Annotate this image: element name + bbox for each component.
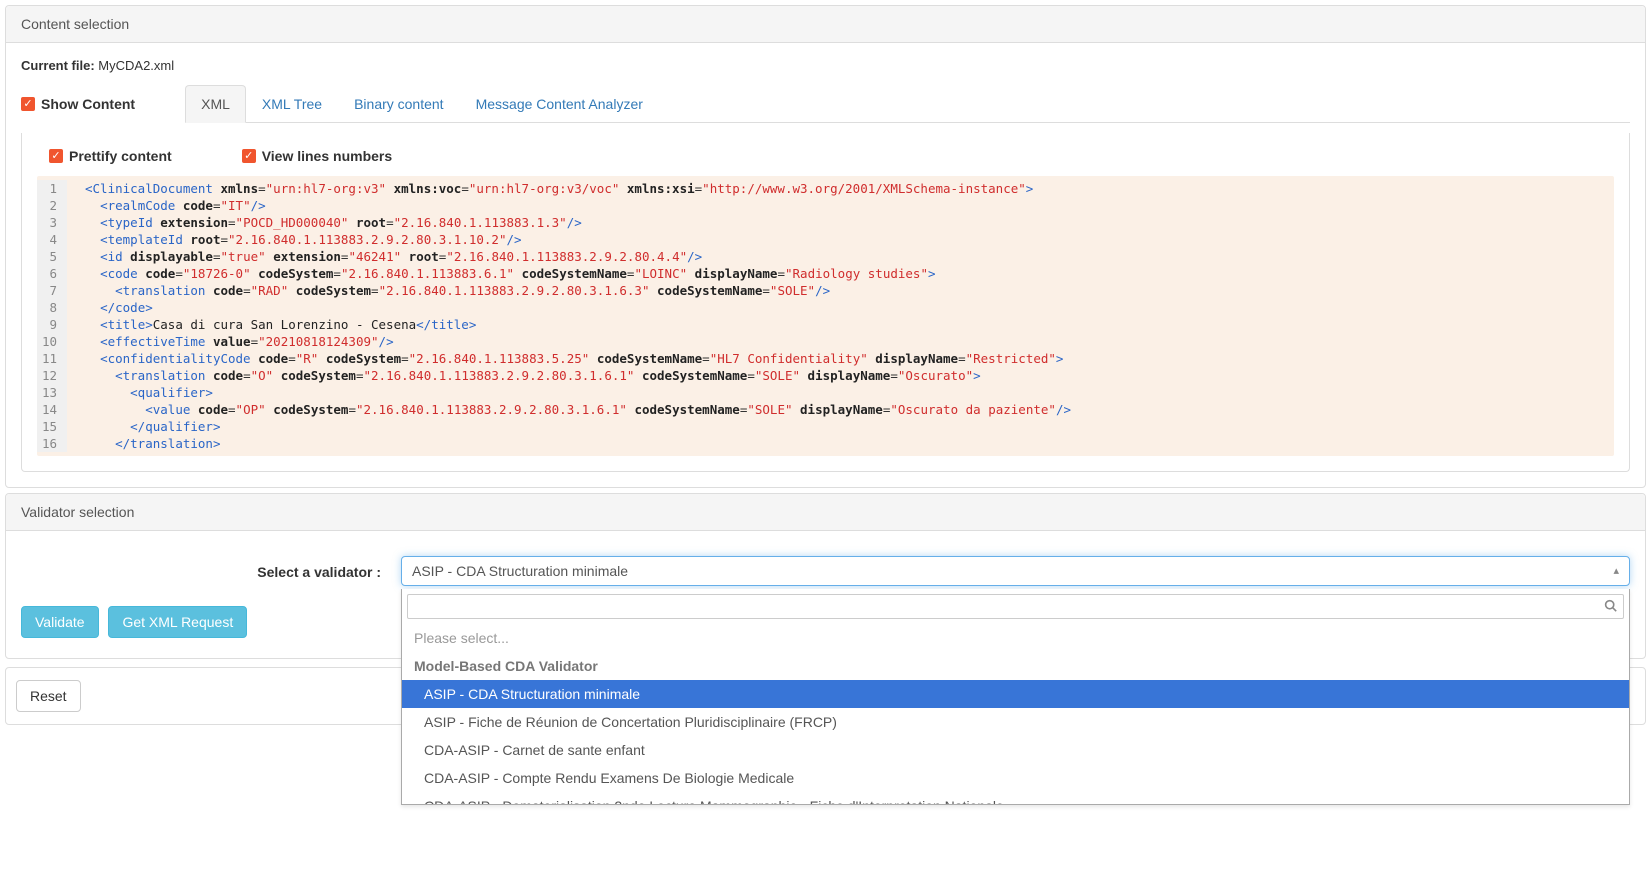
tab-content: ✓ Prettify content ✓ View lines numbers … [21,133,1630,472]
current-file: Current file: MyCDA2.xml [21,58,1630,73]
validator-label: Select a validator : [21,556,401,580]
code-line: 16 </translation> [37,435,1614,452]
get-xml-request-button[interactable]: Get XML Request [108,606,247,638]
tab-xml-tree[interactable]: XML Tree [246,85,338,123]
prettify-label: Prettify content [69,148,172,164]
validator-dropdown: Please select...Model-Based CDA Validato… [401,589,1630,805]
show-content-checkbox[interactable]: ✓ [21,97,35,111]
code-line: 1<ClinicalDocument xmlns="urn:hl7-org:v3… [37,180,1614,197]
show-content-label: Show Content [41,96,135,112]
code-line: 14 <value code="OP" codeSystem="2.16.840… [37,401,1614,418]
code-line: 15 </qualifier> [37,418,1614,435]
code-line: 10 <effectiveTime value="20210818124309"… [37,333,1614,350]
validator-option[interactable]: CDA-ASIP - Dematerialisation 2nde Lectur… [402,792,1629,804]
code-line: 11 <confidentialityCode code="R" codeSys… [37,350,1614,367]
code-line: 7 <translation code="RAD" codeSystem="2.… [37,282,1614,299]
code-line: 6 <code code="18726-0" codeSystem="2.16.… [37,265,1614,282]
content-tabs: XML XML Tree Binary content Message Cont… [185,85,1630,123]
validator-option-group: Model-Based CDA Validator [402,652,1629,680]
line-numbers-checkbox[interactable]: ✓ [242,149,256,163]
tab-message-analyzer[interactable]: Message Content Analyzer [460,85,659,123]
tab-xml[interactable]: XML [185,85,246,123]
validator-select[interactable]: ASIP - CDA Structuration minimale [401,556,1630,586]
validator-option[interactable]: ASIP - Fiche de Réunion de Concertation … [402,708,1629,736]
code-line: 12 <translation code="O" codeSystem="2.1… [37,367,1614,384]
search-icon [1604,599,1617,615]
current-file-label: Current file: [21,58,95,73]
validator-option[interactable]: ASIP - CDA Structuration minimale [402,680,1629,708]
validate-button[interactable]: Validate [21,606,99,638]
content-selection-heading: Content selection [6,6,1645,43]
tab-binary-content[interactable]: Binary content [338,85,460,123]
code-line: 4 <templateId root="2.16.840.1.113883.2.… [37,231,1614,248]
xml-viewer: 1<ClinicalDocument xmlns="urn:hl7-org:v3… [37,176,1614,456]
validator-heading: Validator selection [6,494,1645,531]
validator-option-placeholder[interactable]: Please select... [402,624,1629,652]
code-line: 3 <typeId extension="POCD_HD000040" root… [37,214,1614,231]
reset-button[interactable]: Reset [16,680,81,712]
code-line: 2 <realmCode code="IT"/> [37,197,1614,214]
validator-selection-panel: Validator selection Select a validator :… [5,493,1646,659]
code-line: 9 <title>Casa di cura San Lorenzino - Ce… [37,316,1614,333]
validator-option[interactable]: CDA-ASIP - Compte Rendu Examens De Biolo… [402,764,1629,792]
code-line: 13 <qualifier> [37,384,1614,401]
validator-option[interactable]: CDA-ASIP - Carnet de sante enfant [402,736,1629,764]
content-selection-panel: Content selection Current file: MyCDA2.x… [5,5,1646,488]
validator-search-input[interactable] [407,594,1624,619]
line-numbers-label: View lines numbers [262,148,392,164]
prettify-checkbox[interactable]: ✓ [49,149,63,163]
code-line: 8 </code> [37,299,1614,316]
code-line: 5 <id displayable="true" extension="4624… [37,248,1614,265]
validator-option-list[interactable]: Please select...Model-Based CDA Validato… [402,624,1629,804]
current-file-name: MyCDA2.xml [98,58,174,73]
